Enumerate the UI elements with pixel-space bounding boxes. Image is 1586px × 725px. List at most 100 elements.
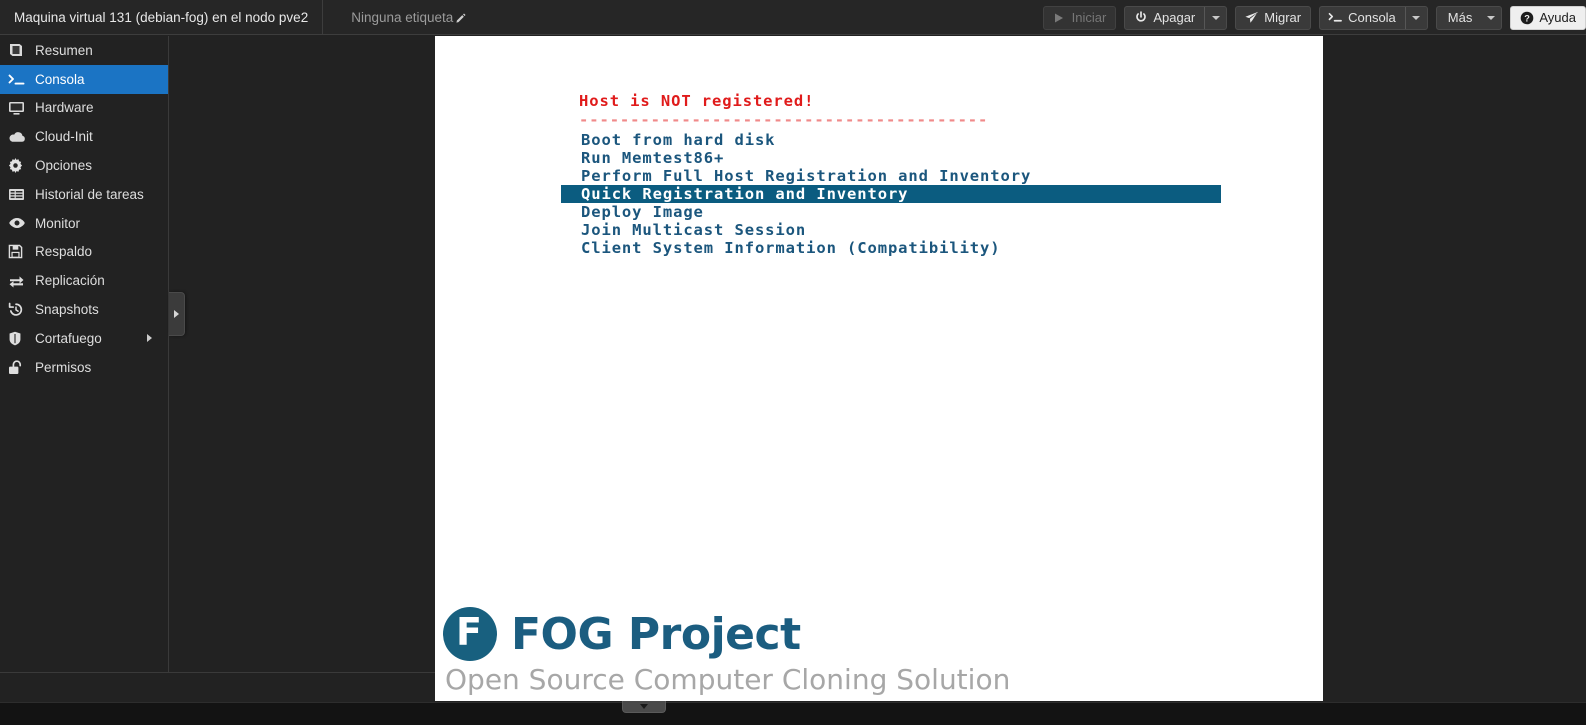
chevron-right-icon xyxy=(174,310,179,318)
sidebar-item-snapshots[interactable]: Snapshots xyxy=(0,295,168,324)
sidebar-item-label: Resumen xyxy=(35,42,93,58)
help-icon: ? xyxy=(1519,10,1534,25)
console-button[interactable]: Consola xyxy=(1319,5,1428,30)
migrate-button[interactable]: Migrar xyxy=(1235,5,1312,30)
page-title: Maquina virtual 131 (debian-fog) en el n… xyxy=(14,9,309,25)
shield-icon xyxy=(8,330,27,346)
help-button[interactable]: ? Ayuda xyxy=(1510,5,1586,30)
sidebar-item-resumen[interactable]: Resumen xyxy=(0,36,168,65)
sidebar-item-label: Respaldo xyxy=(35,244,93,260)
sidebar-item-cortafuego[interactable]: Cortafuego xyxy=(0,324,168,353)
fog-menu-item-label: Boot from hard disk xyxy=(581,131,776,149)
console-statusbar-toggle[interactable] xyxy=(622,701,666,713)
sidebar-item-consola[interactable]: Consola xyxy=(0,64,168,94)
fog-alert-heading: Host is NOT registered! xyxy=(579,92,815,110)
sidebar-item-historial-de-tareas[interactable]: Historial de tareas xyxy=(0,180,168,209)
proxmox-vm-console-page: Maquina virtual 131 (debian-fog) en el n… xyxy=(0,0,1586,725)
fog-wordmark: FOG Project xyxy=(511,608,801,660)
chevron-down-icon xyxy=(1487,15,1496,20)
fog-menu-item-label: Run Memtest86+ xyxy=(581,149,725,167)
sidebar-item-label: Snapshots xyxy=(35,302,99,318)
vm-tag-section[interactable]: Ninguna etiqueta xyxy=(323,10,467,25)
sidebar-item-permisos[interactable]: Permisos xyxy=(0,353,168,382)
pencil-icon[interactable] xyxy=(454,12,467,25)
fog-badge-icon: F xyxy=(443,607,497,661)
chevron-right-icon xyxy=(147,334,152,343)
fog-menu-item[interactable]: Boot from hard disk xyxy=(579,131,1221,149)
fog-tagline: Open Source Computer Cloning Solution xyxy=(445,663,1011,696)
start-button[interactable]: Iniciar xyxy=(1042,5,1117,30)
fog-menu-item[interactable]: Deploy Image xyxy=(579,203,1221,221)
sidebar-divider xyxy=(0,672,435,673)
chevron-down-icon xyxy=(640,704,648,709)
fog-menu-item-label: Client System Information (Compatibility… xyxy=(581,239,1001,257)
cloud-icon xyxy=(8,129,27,145)
sidebar-item-label: Permisos xyxy=(35,359,92,375)
save-icon xyxy=(8,244,27,260)
sidebar-item-cloud-init[interactable]: Cloud-Init xyxy=(0,122,168,151)
sidebar-item-respaldo[interactable]: Respaldo xyxy=(0,238,168,267)
sidebar-item-label: Monitor xyxy=(35,215,81,231)
novnc-console-canvas[interactable]: Host is NOT registered! ----------------… xyxy=(435,36,1323,701)
sidebar-item-label: Hardware xyxy=(35,100,94,116)
sidebar-item-hardware[interactable]: Hardware xyxy=(0,94,168,123)
sidebar-item-label: Consola xyxy=(35,71,85,87)
fog-menu-item-selected[interactable]: Quick Registration and Inventory xyxy=(561,185,1221,203)
chevron-down-icon xyxy=(1211,15,1220,20)
console-dropdown-toggle[interactable] xyxy=(1404,6,1427,29)
fog-divider-rule: ---------------------------------------- xyxy=(579,111,989,129)
svg-text:?: ? xyxy=(1524,13,1530,23)
fog-menu-item-label: Quick Registration and Inventory xyxy=(581,185,909,203)
shutdown-button-label: Apagar xyxy=(1153,10,1196,25)
book-icon xyxy=(8,42,27,58)
sidebar-item-monitor[interactable]: Monitor xyxy=(0,209,168,238)
fog-menu-item-label: Perform Full Host Registration and Inven… xyxy=(581,167,1032,185)
send-icon xyxy=(1244,10,1259,25)
unlock-icon xyxy=(8,359,27,375)
help-button-label: Ayuda xyxy=(1539,10,1576,25)
sync-icon xyxy=(8,273,27,289)
shutdown-dropdown-toggle[interactable] xyxy=(1204,6,1226,29)
start-button-label: Iniciar xyxy=(1071,10,1107,25)
list-icon xyxy=(8,186,27,202)
fog-badge-letter: F xyxy=(456,610,482,654)
power-icon xyxy=(1133,10,1148,25)
sidebar-item-label: Historial de tareas xyxy=(35,186,144,202)
header-title-section: Maquina virtual 131 (debian-fog) en el n… xyxy=(0,0,324,35)
footer-strip xyxy=(0,702,1586,725)
shutdown-button[interactable]: Apagar xyxy=(1124,5,1228,30)
more-dropdown-toggle[interactable] xyxy=(1481,7,1501,29)
fog-menu-item-label: Deploy Image xyxy=(581,203,704,221)
sidebar-item-label: Cortafuego xyxy=(35,330,102,346)
sidebar-item-label: Replicación xyxy=(35,273,105,289)
fog-boot-menu: Host is NOT registered! ----------------… xyxy=(561,92,1221,257)
header-bar: Maquina virtual 131 (debian-fog) en el n… xyxy=(0,0,1586,35)
terminal-icon xyxy=(8,71,27,87)
fog-menu-item[interactable]: Client System Information (Compatibility… xyxy=(579,239,1221,257)
fog-menu-item[interactable]: Join Multicast Session xyxy=(579,221,1221,239)
migrate-button-label: Migrar xyxy=(1264,10,1302,25)
sidebar-item-label: Cloud-Init xyxy=(35,129,93,145)
sidebar-collapse-handle[interactable] xyxy=(169,292,185,336)
fog-menu-item-label: Join Multicast Session xyxy=(581,221,807,239)
more-button-label: Más xyxy=(1447,10,1473,25)
sidebar-item-opciones[interactable]: Opciones xyxy=(0,151,168,180)
fog-menu-item[interactable]: Perform Full Host Registration and Inven… xyxy=(579,167,1221,185)
chevron-down-icon xyxy=(1412,15,1421,20)
fog-menu-item[interactable]: Run Memtest86+ xyxy=(579,149,1221,167)
fog-project-logo: F FOG Project Open Source Computer Cloni… xyxy=(443,607,1043,696)
vm-sidebar-nav: Resumen Consola Hardware Cloud-Init Opci… xyxy=(0,36,169,672)
more-button[interactable]: Más xyxy=(1435,5,1503,30)
history-icon xyxy=(8,302,27,318)
terminal-icon xyxy=(1328,10,1343,25)
vm-action-toolbar: Iniciar Apagar Migrar Consola Más ? Ayud… xyxy=(1042,0,1586,35)
gear-icon xyxy=(8,158,27,174)
monitor-icon xyxy=(8,100,27,116)
eye-icon xyxy=(8,215,27,231)
sidebar-item-replicacion[interactable]: Replicación xyxy=(0,266,168,295)
sidebar-item-label: Opciones xyxy=(35,158,93,174)
fog-logo-row: F FOG Project xyxy=(443,607,1043,661)
play-icon xyxy=(1052,10,1067,25)
vm-tag-label: Ninguna etiqueta xyxy=(351,9,454,25)
console-button-label: Consola xyxy=(1348,10,1396,25)
